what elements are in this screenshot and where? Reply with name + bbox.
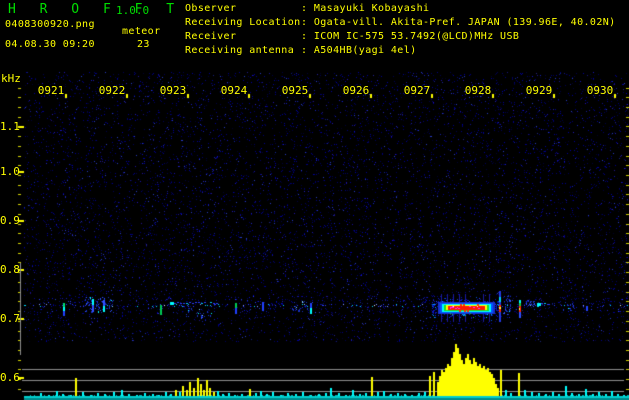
info-value: : Masayuki Kobayashi [301,3,430,14]
output-filename: 0408300920.png [5,19,95,30]
info-label: Receiver [185,31,237,42]
spectrogram-canvas [0,0,629,400]
app-version: 1.0.0 [116,4,150,17]
info-row: Receiving Location: Ogata-vill. Akita-Pr… [185,16,616,30]
mode-label: meteor [122,26,161,37]
x-tick-label-0929: 0929 [525,84,553,97]
app-title: H R O F F T [8,2,183,17]
x-tick-label-0923: 0923 [159,84,187,97]
x-tick-label-0927: 0927 [403,84,431,97]
y-tick-label-0.8: 0.8 [0,263,20,276]
x-tick-label-0926: 0926 [342,84,370,97]
x-tick-label-0924: 0924 [220,84,248,97]
info-value: : Ogata-vill. Akita-Pref. JAPAN (139.96E… [301,17,616,28]
info-value: : ICOM IC-575 53.7492(@LCD)MHz USB [301,31,520,42]
y-tick-label-0.9: 0.9 [0,214,20,227]
x-tick-label-0928: 0928 [464,84,492,97]
hrofft-output-image: H R O F F T 1.0.0 0408300920.png meteor … [0,0,629,400]
info-label: Observer [185,3,237,14]
info-label: Receiving Location [185,17,301,28]
y-tick-label-1.1: 1.1 [0,120,20,133]
info-row: Receiving antenna : A504HB(yagi 4el) [185,44,616,58]
record-datetime: 04.08.30 09:20 [5,39,95,50]
info-value: : A504HB(yagi 4el) [301,45,417,56]
x-tick-label-0921: 0921 [37,84,65,97]
station-info-block: Observer: Masayuki Kobayashi Receiving Lo… [185,2,616,58]
y-tick-label-0.7: 0.7 [0,312,20,325]
info-label: Receiving antenna [185,45,295,56]
info-row: Receiver : ICOM IC-575 53.7492(@LCD)MHz U… [185,30,616,44]
info-row: Observer : Masayuki Kobayashi [185,2,616,16]
y-tick-label-1.0: 1.0 [0,165,20,178]
echo-count: 23 [137,39,150,50]
y-tick-label-0.6: 0.6 [0,371,20,384]
y-axis-unit-label: kHz [1,72,21,85]
x-tick-label-0925: 0925 [281,84,309,97]
x-tick-label-0930: 0930 [586,84,614,97]
x-tick-label-0922: 0922 [98,84,126,97]
